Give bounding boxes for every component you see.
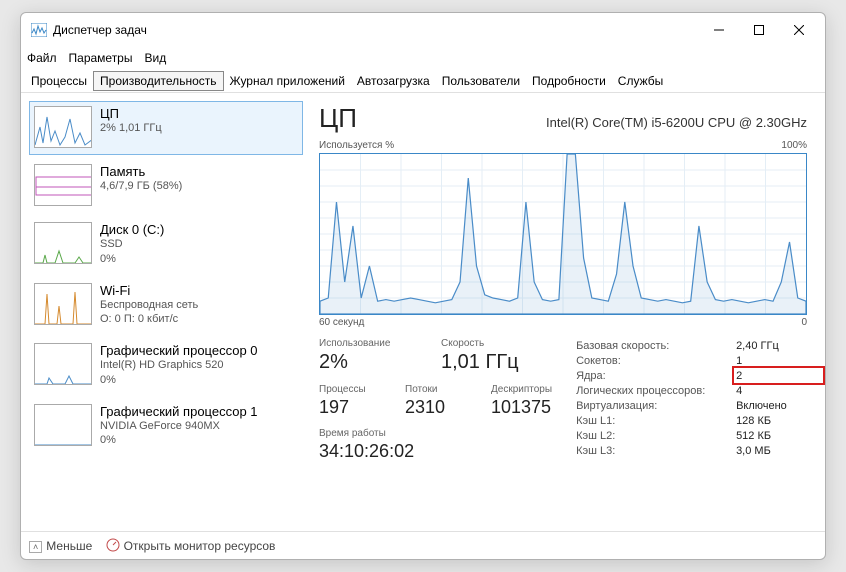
uptime-label: Время работы	[319, 428, 552, 439]
virt-value: Включено	[736, 398, 787, 413]
menu-file[interactable]: Файл	[27, 51, 57, 65]
tab-services[interactable]: Службы	[612, 72, 669, 90]
procs-value: 197	[319, 397, 383, 418]
maximize-button[interactable]	[739, 16, 779, 44]
tab-processes[interactable]: Процессы	[25, 72, 93, 90]
titlebar[interactable]: Диспетчер задач	[21, 13, 825, 47]
chart-label-top-right: 100%	[781, 140, 807, 151]
thumb-wifi	[34, 283, 92, 325]
thumb-gpu1	[34, 404, 92, 446]
sockets-value: 1	[736, 353, 787, 368]
sidebar-disk-title: Диск 0 (C:)	[100, 222, 164, 237]
fewer-details-button[interactable]: ˄Меньше	[29, 539, 92, 553]
usage-label: Использование	[319, 338, 419, 349]
virt-label: Виртуализация:	[576, 398, 736, 413]
tab-users[interactable]: Пользователи	[436, 72, 526, 90]
sidebar-disk-sub2: 0%	[100, 253, 164, 267]
cores-label: Ядра:	[576, 368, 736, 383]
tab-startup[interactable]: Автозагрузка	[351, 72, 436, 90]
maximize-icon	[754, 25, 764, 35]
speed-label: Скорость	[441, 338, 519, 349]
main-panel: ЦП Intel(R) Core(TM) i5-6200U CPU @ 2.30…	[309, 93, 825, 531]
app-icon	[31, 23, 47, 37]
l1-value: 128 КБ	[736, 413, 787, 428]
tabbar: Процессы Производительность Журнал прило…	[21, 69, 825, 93]
sidebar-gpu0-sub2: 0%	[100, 374, 258, 388]
sidebar-disk-sub1: SSD	[100, 238, 164, 252]
menu-options[interactable]: Параметры	[69, 51, 133, 65]
threads-label: Потоки	[405, 384, 469, 395]
content: ЦП 2% 1,01 ГГц Память 4,6/7,9 ГБ (58%) Д…	[21, 93, 825, 531]
sidebar-item-memory[interactable]: Память 4,6/7,9 ГБ (58%)	[29, 159, 303, 213]
base-speed-value: 2,40 ГГц	[736, 338, 787, 353]
cpu-model: Intel(R) Core(TM) i5-6200U CPU @ 2.30GHz	[546, 115, 807, 130]
highlight-box	[732, 366, 825, 385]
sidebar-gpu0-sub1: Intel(R) HD Graphics 520	[100, 359, 258, 373]
usage-value: 2%	[319, 351, 419, 374]
l2-value: 512 КБ	[736, 428, 787, 443]
tab-details[interactable]: Подробности	[526, 72, 612, 90]
thumb-disk	[34, 222, 92, 264]
sidebar-memory-title: Память	[100, 164, 182, 179]
thumb-memory	[34, 164, 92, 206]
stats-right: Базовая скорость:2,40 ГГц Сокетов:1 Ядра…	[576, 338, 787, 462]
sidebar-gpu1-sub1: NVIDIA GeForce 940MX	[100, 420, 258, 434]
lprocs-label: Логических процессоров:	[576, 383, 736, 398]
chart-label-top-left: Используется %	[319, 140, 394, 151]
lprocs-value: 4	[736, 383, 787, 398]
tab-performance[interactable]: Производительность	[93, 71, 223, 91]
open-resource-monitor-link[interactable]: Открыть монитор ресурсов	[106, 538, 275, 553]
sidebar-wifi-title: Wi-Fi	[100, 283, 198, 298]
menu-view[interactable]: Вид	[144, 51, 166, 65]
sidebar-item-gpu0[interactable]: Графический процессор 0 Intel(R) HD Grap…	[29, 338, 303, 395]
minimize-icon	[714, 25, 724, 35]
handles-value: 101375	[491, 397, 552, 418]
sidebar-cpu-title: ЦП	[100, 106, 162, 121]
sidebar-wifi-sub1: Беспроводная сеть	[100, 299, 198, 313]
sidebar-item-cpu[interactable]: ЦП 2% 1,01 ГГц	[29, 101, 303, 155]
sidebar-item-disk[interactable]: Диск 0 (C:) SSD 0%	[29, 217, 303, 274]
sidebar-gpu0-title: Графический процессор 0	[100, 343, 258, 358]
sidebar-cpu-sub: 2% 1,01 ГГц	[100, 122, 162, 136]
menubar: Файл Параметры Вид	[21, 47, 825, 69]
minimize-button[interactable]	[699, 16, 739, 44]
l3-label: Кэш L3:	[576, 443, 736, 458]
close-icon	[794, 25, 804, 35]
sidebar-memory-sub: 4,6/7,9 ГБ (58%)	[100, 180, 182, 194]
sidebar-gpu1-sub2: 0%	[100, 434, 258, 448]
procs-label: Процессы	[319, 384, 383, 395]
cores-value: 2	[736, 368, 787, 383]
base-speed-label: Базовая скорость:	[576, 338, 736, 353]
tab-app-history[interactable]: Журнал приложений	[224, 72, 351, 90]
chevron-up-icon: ˄	[29, 541, 42, 553]
window-controls	[699, 16, 819, 44]
speed-value: 1,01 ГГц	[441, 351, 519, 374]
sockets-label: Сокетов:	[576, 353, 736, 368]
thumb-cpu	[34, 106, 92, 148]
resource-monitor-icon	[106, 538, 120, 552]
l1-label: Кэш L1:	[576, 413, 736, 428]
page-title: ЦП	[319, 103, 357, 134]
close-button[interactable]	[779, 16, 819, 44]
sidebar: ЦП 2% 1,01 ГГц Память 4,6/7,9 ГБ (58%) Д…	[21, 93, 309, 531]
footer: ˄Меньше Открыть монитор ресурсов	[21, 531, 825, 559]
l3-value: 3,0 МБ	[736, 443, 787, 458]
cpu-chart[interactable]	[319, 153, 807, 315]
uptime-value: 34:10:26:02	[319, 441, 552, 462]
stats: Использование 2% Скорость 1,01 ГГц Проце…	[319, 338, 807, 462]
handles-label: Дескрипторы	[491, 384, 552, 395]
l2-label: Кэш L2:	[576, 428, 736, 443]
task-manager-window: Диспетчер задач Файл Параметры Вид Проце…	[20, 12, 826, 560]
threads-value: 2310	[405, 397, 469, 418]
sidebar-item-gpu1[interactable]: Графический процессор 1 NVIDIA GeForce 9…	[29, 399, 303, 456]
sidebar-wifi-sub2: О: 0 П: 0 кбит/с	[100, 313, 198, 327]
sidebar-gpu1-title: Графический процессор 1	[100, 404, 258, 419]
window-title: Диспетчер задач	[53, 23, 699, 37]
chart-label-bottom-right: 0	[801, 317, 807, 328]
thumb-gpu0	[34, 343, 92, 385]
sidebar-item-wifi[interactable]: Wi-Fi Беспроводная сеть О: 0 П: 0 кбит/с	[29, 278, 303, 335]
chart-label-bottom-left: 60 секунд	[319, 317, 364, 328]
